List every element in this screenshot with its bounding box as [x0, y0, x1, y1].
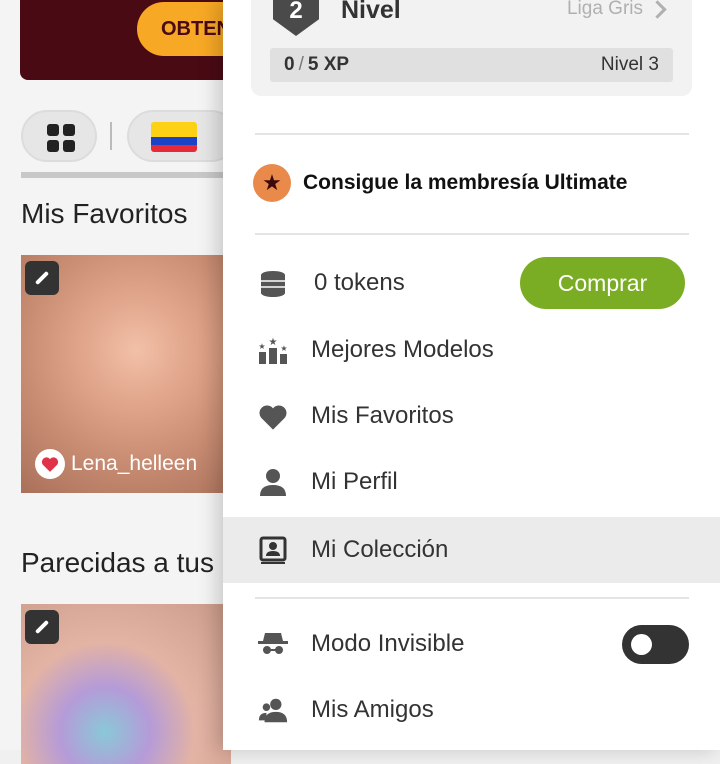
- menu-item-top-models[interactable]: ★ ★ ★ Mejores Modelos: [223, 317, 720, 383]
- menu-item-label: Mis Favoritos: [311, 402, 454, 429]
- menu-item-favorites[interactable]: Mis Favoritos: [223, 383, 720, 449]
- friends-icon: [257, 694, 289, 726]
- side-drawer: 2 Nivel Liga Gris 0/5 XP Nivel 3 ★ Consi…: [223, 0, 720, 750]
- svg-text:★: ★: [269, 337, 278, 348]
- buy-tokens-button[interactable]: Comprar: [520, 257, 685, 309]
- next-level-label: Nivel 3: [600, 54, 659, 75]
- chevron-right-icon: [648, 0, 667, 19]
- level-title: Nivel: [341, 0, 401, 24]
- favorite-model-card[interactable]: Lena_helleen: [21, 255, 231, 493]
- league-label: Liga Gris: [566, 0, 643, 19]
- menu-item-collection[interactable]: Mi Colección: [223, 517, 720, 583]
- similar-section-title: Parecidas a tus: [21, 547, 214, 578]
- collection-icon: [257, 534, 289, 566]
- heart-icon: [257, 400, 289, 432]
- divider: [255, 233, 689, 235]
- heart-icon[interactable]: [35, 449, 65, 479]
- coins-icon: [257, 267, 289, 299]
- colombia-flag-icon: [151, 122, 197, 152]
- country-filter-chip[interactable]: [127, 110, 237, 162]
- user-icon: [257, 466, 289, 498]
- level-shield-icon: 2: [273, 0, 319, 36]
- xp-progress-text: 0/5 XP: [284, 48, 349, 82]
- ultimate-label: Consigue la membresía Ultimate: [303, 171, 628, 194]
- private-show-badge-icon: [25, 261, 59, 295]
- menu-item-label: Mejores Modelos: [311, 336, 494, 363]
- menu-item-label: Modo Invisible: [311, 630, 465, 657]
- grid-view-chip[interactable]: [21, 110, 97, 162]
- horizontal-scrollbar[interactable]: [21, 172, 231, 178]
- favorite-model-username: Lena_helleen: [71, 452, 198, 475]
- svg-text:★: ★: [280, 344, 287, 353]
- ultimate-membership-link[interactable]: ★ Consigue la membresía Ultimate: [253, 164, 627, 202]
- favorites-section-title: Mis Favoritos: [21, 198, 188, 229]
- svg-text:★: ★: [258, 342, 265, 351]
- invisible-mode-toggle[interactable]: [622, 625, 689, 664]
- menu-item-friends[interactable]: Mis Amigos: [223, 677, 720, 743]
- top-models-icon: ★ ★ ★: [257, 334, 289, 366]
- menu-item-label: Mi Perfil: [311, 468, 398, 495]
- tokens-balance: 0 tokens: [314, 269, 405, 296]
- chip-separator: [110, 122, 112, 150]
- xp-total: 5 XP: [307, 54, 350, 75]
- grid-icon: [47, 124, 75, 152]
- favorite-model-name: Lena_helleen: [35, 449, 197, 479]
- menu-item-profile[interactable]: Mi Perfil: [223, 449, 720, 515]
- private-show-badge-icon: [25, 610, 59, 644]
- xp-progress-bar: 0/5 XP Nivel 3: [270, 48, 673, 82]
- menu-item-label: Mi Colección: [311, 536, 449, 563]
- level-card[interactable]: 2 Nivel Liga Gris 0/5 XP Nivel 3: [251, 0, 692, 96]
- divider: [255, 597, 689, 599]
- xp-separator: /: [298, 54, 304, 75]
- league-link[interactable]: Liga Gris: [567, 0, 668, 20]
- divider: [255, 133, 689, 135]
- similar-model-card[interactable]: [21, 604, 231, 764]
- star-icon: ★: [253, 164, 291, 202]
- menu-item-label: Mis Amigos: [311, 696, 434, 723]
- xp-current: 0: [284, 54, 295, 75]
- spy-icon: [257, 628, 289, 660]
